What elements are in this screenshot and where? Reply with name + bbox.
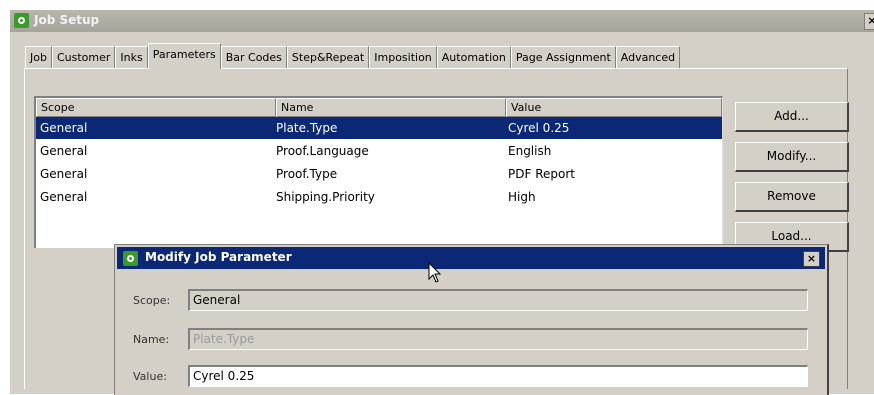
- tab-inks[interactable]: Inks: [115, 46, 148, 69]
- app-icon: [123, 251, 138, 266]
- column-header-name[interactable]: Name: [276, 98, 506, 117]
- modify-button[interactable]: Modify...: [735, 142, 849, 172]
- dialog-close-button[interactable]: ×: [803, 251, 820, 267]
- cell-value: PDF Report: [508, 167, 575, 181]
- cell-value: Cyrel 0.25: [508, 121, 570, 135]
- name-label: Name:: [133, 333, 170, 346]
- table-row[interactable]: General Proof.Type PDF Report: [36, 163, 722, 185]
- dialog-title: Modify Job Parameter: [145, 250, 292, 264]
- cell-name: Proof.Type: [276, 167, 338, 181]
- column-header-value[interactable]: Value: [506, 98, 722, 117]
- tab-page-assignment[interactable]: Page Assignment: [510, 46, 616, 69]
- cell-name: Proof.Language: [276, 144, 369, 158]
- value-input[interactable]: Cyrel 0.25: [188, 365, 808, 387]
- name-field: Plate.Type: [188, 328, 808, 350]
- cell-name: Plate.Type: [276, 121, 338, 135]
- scope-field: General: [188, 289, 808, 311]
- table-row[interactable]: General Shipping.Priority High: [36, 186, 722, 208]
- table-row[interactable]: General Plate.Type Cyrel 0.25: [36, 117, 722, 139]
- value-label: Value:: [133, 370, 167, 383]
- cell-scope: General: [40, 121, 88, 135]
- remove-button[interactable]: Remove: [735, 182, 849, 212]
- tab-bar-codes[interactable]: Bar Codes: [220, 46, 287, 69]
- cell-scope: General: [40, 144, 88, 158]
- cell-scope: General: [40, 190, 88, 204]
- tab-customer[interactable]: Customer: [51, 46, 116, 69]
- add-button[interactable]: Add...: [735, 102, 849, 132]
- tab-advanced[interactable]: Advanced: [615, 46, 681, 69]
- tab-automation[interactable]: Automation: [436, 46, 511, 69]
- column-header-scope[interactable]: Scope: [36, 98, 276, 117]
- tab-parameters[interactable]: Parameters: [147, 43, 221, 69]
- window-close-button[interactable]: ×: [864, 13, 874, 30]
- cell-value: English: [508, 144, 552, 158]
- window-titlebar[interactable]: Job Setup ×: [10, 10, 874, 32]
- tab-step-repeat[interactable]: Step&Repeat: [286, 46, 370, 69]
- tab-imposition[interactable]: Imposition: [369, 46, 437, 69]
- app-icon: [14, 13, 29, 28]
- scope-label: Scope:: [133, 294, 171, 307]
- parameters-list[interactable]: Scope Name Value General Plate.Type Cyre…: [34, 96, 723, 248]
- tab-job[interactable]: Job: [25, 46, 52, 69]
- cell-scope: General: [40, 167, 88, 181]
- tab-bar: Job Customer Inks Parameters Bar Codes S…: [25, 43, 681, 69]
- modify-parameter-dialog: Modify Job Parameter × Scope: General Na…: [114, 244, 829, 395]
- cell-name: Shipping.Priority: [276, 190, 375, 204]
- cell-value: High: [508, 190, 536, 204]
- window-title: Job Setup: [34, 13, 100, 27]
- mouse-pointer-icon: [428, 262, 442, 283]
- table-row[interactable]: General Proof.Language English: [36, 140, 722, 162]
- dialog-titlebar[interactable]: Modify Job Parameter ×: [117, 247, 825, 269]
